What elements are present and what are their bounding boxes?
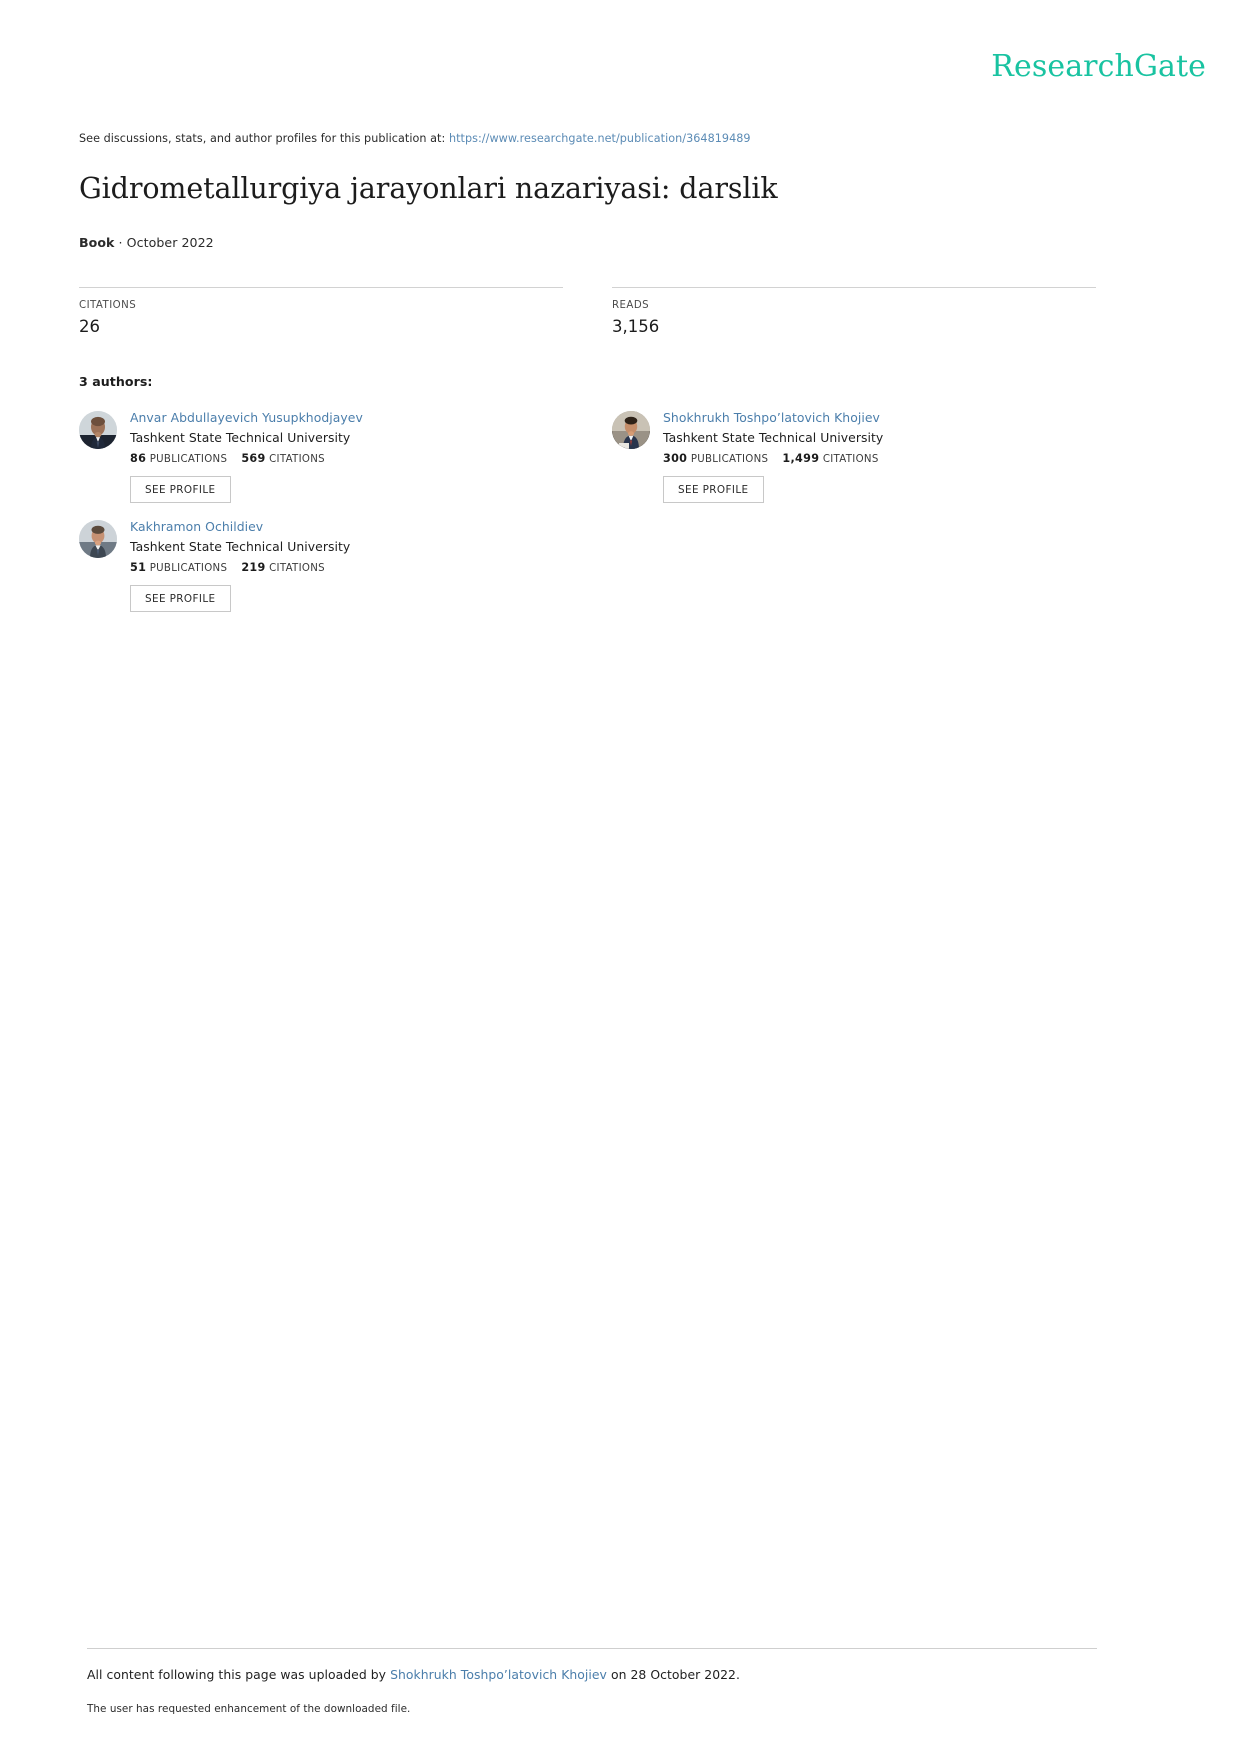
publication-type: Book — [79, 235, 115, 250]
author-info: Shokhrukh Toshpo’latovich Khojiev Tashke… — [663, 409, 883, 503]
footer-upload-prefix: All content following this page was uplo… — [87, 1667, 387, 1682]
footer-divider — [87, 1648, 1097, 1649]
avatar — [79, 520, 117, 558]
meta-separator: · — [118, 235, 123, 250]
publication-meta: Book · October 2022 — [79, 235, 1160, 250]
publication-url-link[interactable]: https://www.researchgate.net/publication… — [449, 132, 751, 145]
footer-upload-line: All content following this page was uplo… — [87, 1667, 1097, 1682]
author-name-link[interactable]: Shokhrukh Toshpo’latovich Khojiev — [663, 410, 883, 426]
author-stats: 86 PUBLICATIONS 569 CITATIONS — [130, 452, 363, 465]
author-info: Anvar Abdullayevich Yusupkhodjayev Tashk… — [130, 409, 363, 503]
avatar — [79, 411, 117, 449]
stats-row: CITATIONS 26 READS 3,156 — [79, 287, 1160, 337]
author-card: Anvar Abdullayevich Yusupkhodjayev Tashk… — [79, 409, 612, 503]
stat-reads: READS 3,156 — [612, 287, 1096, 337]
author-citations-label: CITATIONS — [822, 454, 879, 465]
see-profile-button[interactable]: SEE PROFILE — [130, 585, 231, 612]
author-name-link[interactable]: Anvar Abdullayevich Yusupkhodjayev — [130, 410, 363, 426]
author-publications-count: 51 — [130, 561, 147, 574]
footer-enhancement-note: The user has requested enhancement of th… — [87, 1703, 411, 1715]
author-citations-count: 569 — [241, 452, 266, 465]
author-card: Shokhrukh Toshpo’latovich Khojiev Tashke… — [612, 409, 1145, 503]
author-citations-count: 1,499 — [782, 452, 820, 465]
author-affiliation: Tashkent State Technical University — [130, 539, 351, 554]
author-stats: 51 PUBLICATIONS 219 CITATIONS — [130, 561, 350, 574]
author-publications-label: PUBLICATIONS — [690, 454, 769, 465]
author-publications-label: PUBLICATIONS — [149, 563, 228, 574]
stat-citations-value: 26 — [79, 317, 100, 336]
see-profile-button[interactable]: SEE PROFILE — [663, 476, 764, 503]
author-affiliation: Tashkent State Technical University — [130, 430, 351, 445]
author-affiliation: Tashkent State Technical University — [663, 430, 884, 445]
author-publications-count: 86 — [130, 452, 147, 465]
author-citations-label: CITATIONS — [269, 563, 325, 574]
discussion-line-text: See discussions, stats, and author profi… — [79, 132, 446, 145]
author-publications-label: PUBLICATIONS — [149, 454, 228, 465]
author-card: Kakhramon Ochildiev Tashkent State Techn… — [79, 518, 612, 612]
page-footer: All content following this page was uplo… — [87, 1648, 1097, 1715]
researchgate-publication-page: ResearchGate See discussions, stats, and… — [0, 0, 1239, 1752]
author-name-link[interactable]: Kakhramon Ochildiev — [130, 519, 350, 535]
stat-citations: CITATIONS 26 — [79, 287, 563, 337]
author-citations-label: CITATIONS — [269, 454, 325, 465]
footer-uploader-link[interactable]: Shokhrukh Toshpo’latovich Khojiev — [390, 1667, 607, 1682]
researchgate-logo: ResearchGate — [991, 49, 1206, 84]
authors-heading: 3 authors: — [79, 374, 153, 389]
stat-citations-label: CITATIONS — [79, 300, 137, 311]
avatar — [612, 411, 650, 449]
discussion-line: See discussions, stats, and author profi… — [79, 132, 1160, 146]
authors-grid: Anvar Abdullayevich Yusupkhodjayev Tashk… — [79, 409, 1160, 627]
page-title: Gidrometallurgiya jarayonlari nazariyasi… — [79, 172, 778, 205]
footer-upload-suffix: on 28 October 2022. — [610, 1667, 740, 1682]
author-stats: 300 PUBLICATIONS 1,499 CITATIONS — [663, 452, 883, 465]
author-publications-count: 300 — [663, 452, 688, 465]
see-profile-button[interactable]: SEE PROFILE — [130, 476, 231, 503]
stat-reads-label: READS — [612, 300, 650, 311]
publication-content: See discussions, stats, and author profi… — [79, 132, 1160, 627]
stat-reads-value: 3,156 — [612, 317, 660, 336]
author-info: Kakhramon Ochildiev Tashkent State Techn… — [130, 518, 350, 612]
author-citations-count: 219 — [241, 561, 266, 574]
publication-date: October 2022 — [126, 235, 214, 250]
